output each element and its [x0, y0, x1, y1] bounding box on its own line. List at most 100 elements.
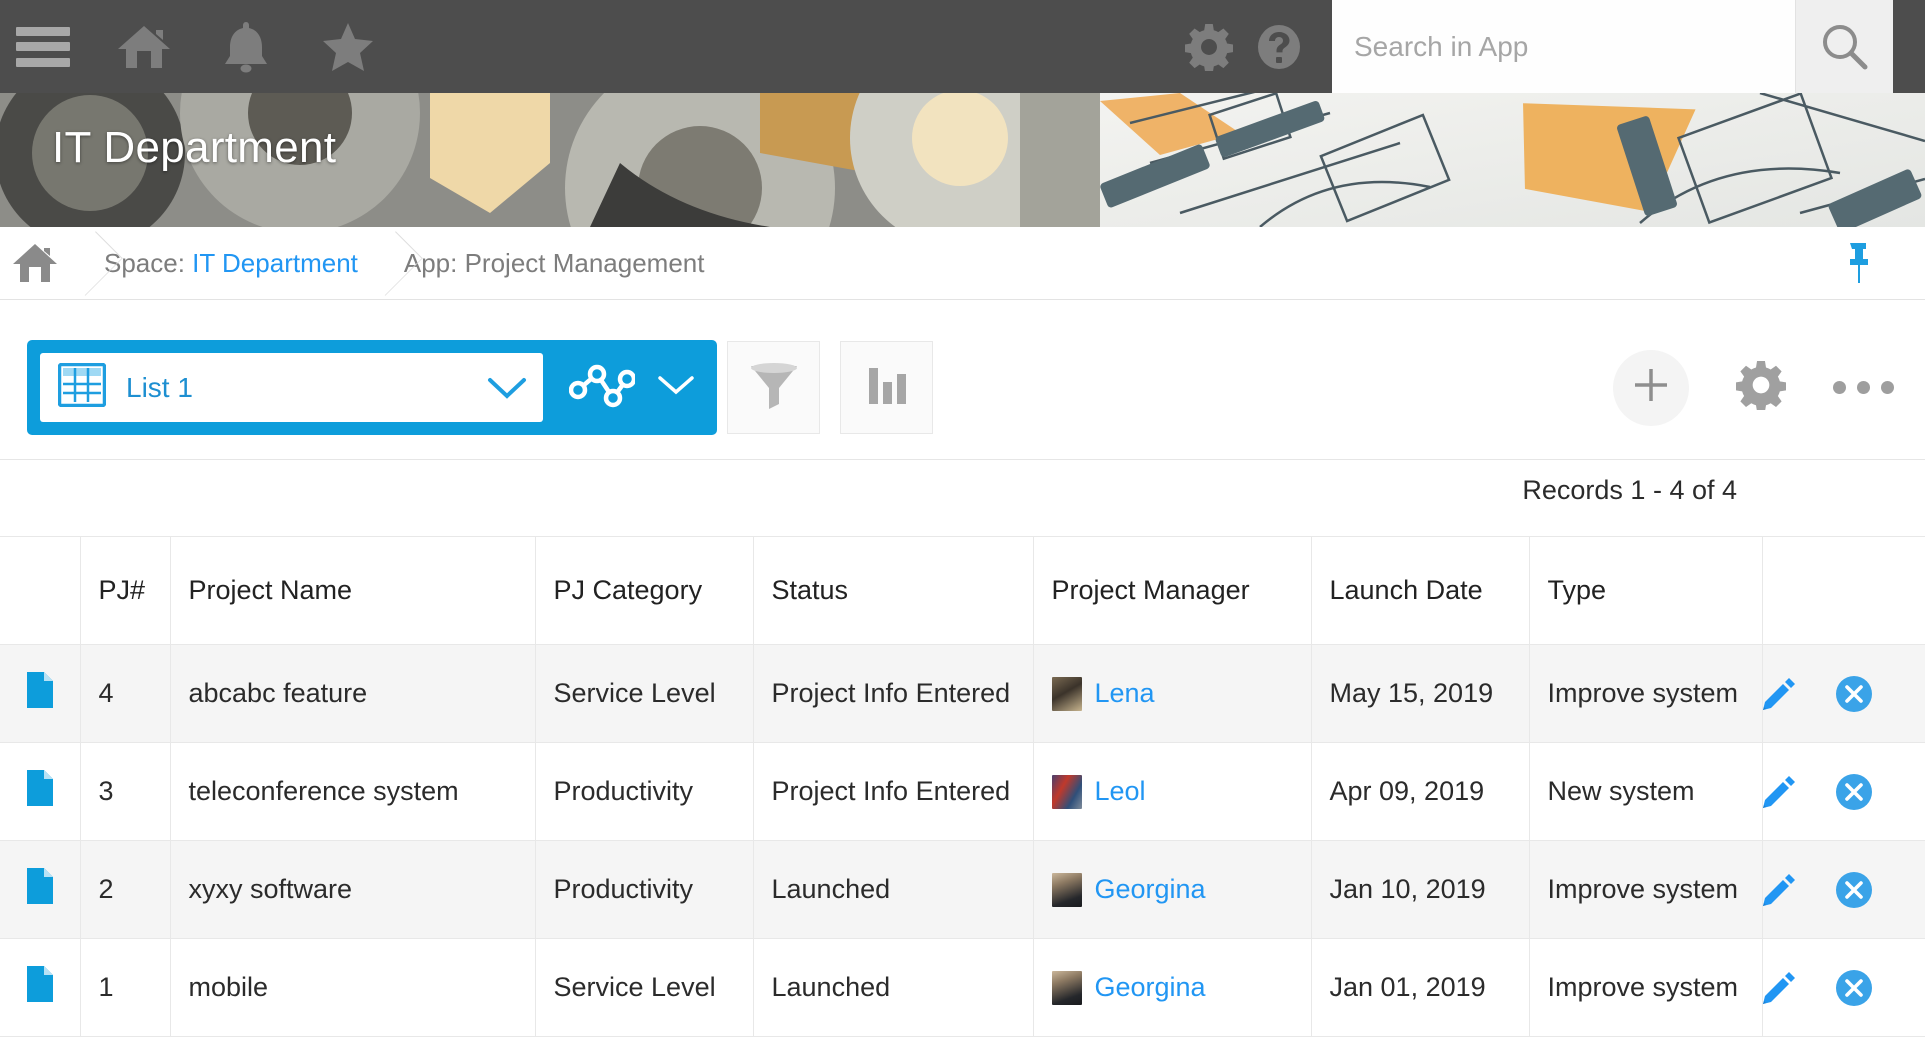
breadcrumb-home-icon[interactable]	[12, 242, 58, 284]
avatar	[1052, 677, 1082, 711]
view-toolbar: List 1	[0, 300, 1925, 460]
help-icon[interactable]	[1244, 0, 1314, 93]
star-icon[interactable]	[320, 19, 376, 75]
chart-button[interactable]	[840, 341, 933, 434]
document-icon[interactable]	[27, 966, 53, 1002]
delete-circle-icon[interactable]	[1835, 969, 1873, 1007]
project-manager-link[interactable]: Lena	[1095, 678, 1155, 709]
cell-pj-category: Service Level	[535, 939, 753, 1037]
cell-pj-number: 1	[80, 939, 170, 1037]
col-header-pj-number[interactable]: PJ#	[80, 537, 170, 645]
cell-project-manager: Leol	[1033, 743, 1311, 841]
top-bar-left-icons	[0, 19, 376, 75]
cell-project-manager: Lena	[1033, 645, 1311, 743]
breadcrumb-space[interactable]: Space: IT Department	[104, 248, 358, 279]
col-header-type[interactable]: Type	[1529, 537, 1762, 645]
cell-pj-number: 4	[80, 645, 170, 743]
document-icon[interactable]	[27, 672, 53, 708]
row-document-cell	[0, 841, 80, 939]
top-bar-right	[1174, 0, 1925, 93]
cell-launch-date: Jan 01, 2019	[1311, 939, 1529, 1037]
cell-project-name: xyxy software	[170, 841, 535, 939]
cell-project-manager: Georgina	[1033, 841, 1311, 939]
cell-project-manager: Georgina	[1033, 939, 1311, 1037]
cell-pj-category: Productivity	[535, 743, 753, 841]
table-row[interactable]: 4 abcabc feature Service Level Project I…	[0, 645, 1925, 743]
project-manager-link[interactable]: Georgina	[1095, 972, 1206, 1003]
view-select-label: List 1	[126, 372, 193, 404]
ellipsis-icon	[1833, 381, 1894, 394]
search-button[interactable]	[1795, 0, 1893, 93]
row-document-cell	[0, 645, 80, 743]
settings-button[interactable]	[1731, 360, 1791, 415]
filter-button[interactable]	[727, 341, 820, 434]
col-header-project-name[interactable]: Project Name	[170, 537, 535, 645]
funnel-filter-icon	[748, 360, 800, 415]
cell-actions	[1762, 939, 1925, 1037]
avatar	[1052, 775, 1082, 809]
more-options-button[interactable]	[1833, 381, 1893, 394]
col-header-launch-date[interactable]: Launch Date	[1311, 537, 1529, 645]
document-icon[interactable]	[27, 770, 53, 806]
cell-status: Project Info Entered	[753, 645, 1033, 743]
view-select[interactable]: List 1	[40, 353, 543, 422]
table-body: 4 abcabc feature Service Level Project I…	[0, 645, 1925, 1037]
breadcrumb-space-link[interactable]: IT Department	[192, 248, 358, 278]
table-row[interactable]: 1 mobile Service Level Launched Georgina…	[0, 939, 1925, 1037]
project-manager-link[interactable]: Georgina	[1095, 874, 1206, 905]
plus-icon	[1630, 364, 1672, 411]
cell-type: Improve system	[1529, 939, 1762, 1037]
cell-launch-date: Jan 10, 2019	[1311, 841, 1529, 939]
gear-icon	[1736, 360, 1786, 415]
avatar	[1052, 873, 1082, 907]
space-banner: IT Department	[0, 93, 1925, 227]
table-row[interactable]: 3 teleconference system Productivity Pro…	[0, 743, 1925, 841]
col-header-project-manager[interactable]: Project Manager	[1033, 537, 1311, 645]
cell-type: Improve system	[1529, 841, 1762, 939]
pencil-edit-icon[interactable]	[1762, 774, 1797, 810]
col-header-icon[interactable]	[0, 537, 80, 645]
cell-pj-number: 3	[80, 743, 170, 841]
bar-chart-icon	[865, 362, 909, 413]
search-input[interactable]	[1332, 0, 1795, 93]
add-record-button[interactable]	[1613, 350, 1689, 426]
cell-type: Improve system	[1529, 645, 1762, 743]
records-table-wrapper: PJ# Project Name PJ Category Status Proj…	[0, 536, 1925, 1037]
cell-launch-date: Apr 09, 2019	[1311, 743, 1529, 841]
hamburger-icon[interactable]	[16, 27, 70, 67]
document-icon[interactable]	[27, 868, 53, 904]
records-table: PJ# Project Name PJ Category Status Proj…	[0, 536, 1925, 1037]
chevron-down-icon[interactable]	[487, 376, 527, 400]
cell-actions	[1762, 645, 1925, 743]
cell-pj-number: 2	[80, 841, 170, 939]
cell-actions	[1762, 841, 1925, 939]
line-chart-icon	[569, 360, 635, 415]
chart-view-toggle[interactable]	[543, 360, 717, 415]
page-title: IT Department	[52, 123, 336, 173]
row-document-cell	[0, 743, 80, 841]
table-row[interactable]: 2 xyxy software Productivity Launched Ge…	[0, 841, 1925, 939]
pin-icon[interactable]	[1845, 241, 1871, 285]
cell-project-name: abcabc feature	[170, 645, 535, 743]
pencil-edit-icon[interactable]	[1762, 872, 1797, 908]
delete-circle-icon[interactable]	[1835, 871, 1873, 909]
cell-pj-category: Productivity	[535, 841, 753, 939]
delete-circle-icon[interactable]	[1835, 773, 1873, 811]
chart-chevron-down-icon[interactable]	[657, 374, 695, 401]
cell-launch-date: May 15, 2019	[1311, 645, 1529, 743]
pencil-edit-icon[interactable]	[1762, 676, 1797, 712]
records-count: Records 1 - 4 of 4	[1522, 475, 1737, 506]
project-manager-link[interactable]: Leol	[1095, 776, 1146, 807]
col-header-pj-category[interactable]: PJ Category	[535, 537, 753, 645]
gear-icon[interactable]	[1174, 0, 1244, 93]
pencil-edit-icon[interactable]	[1762, 970, 1797, 1006]
cell-project-name: mobile	[170, 939, 535, 1037]
breadcrumb-app[interactable]: App: Project Management	[404, 248, 705, 279]
home-icon[interactable]	[116, 19, 172, 75]
delete-circle-icon[interactable]	[1835, 675, 1873, 713]
cell-pj-category: Service Level	[535, 645, 753, 743]
breadcrumb-separator-2	[358, 227, 404, 300]
table-header-row: PJ# Project Name PJ Category Status Proj…	[0, 537, 1925, 645]
bell-icon[interactable]	[218, 19, 274, 75]
col-header-status[interactable]: Status	[753, 537, 1033, 645]
